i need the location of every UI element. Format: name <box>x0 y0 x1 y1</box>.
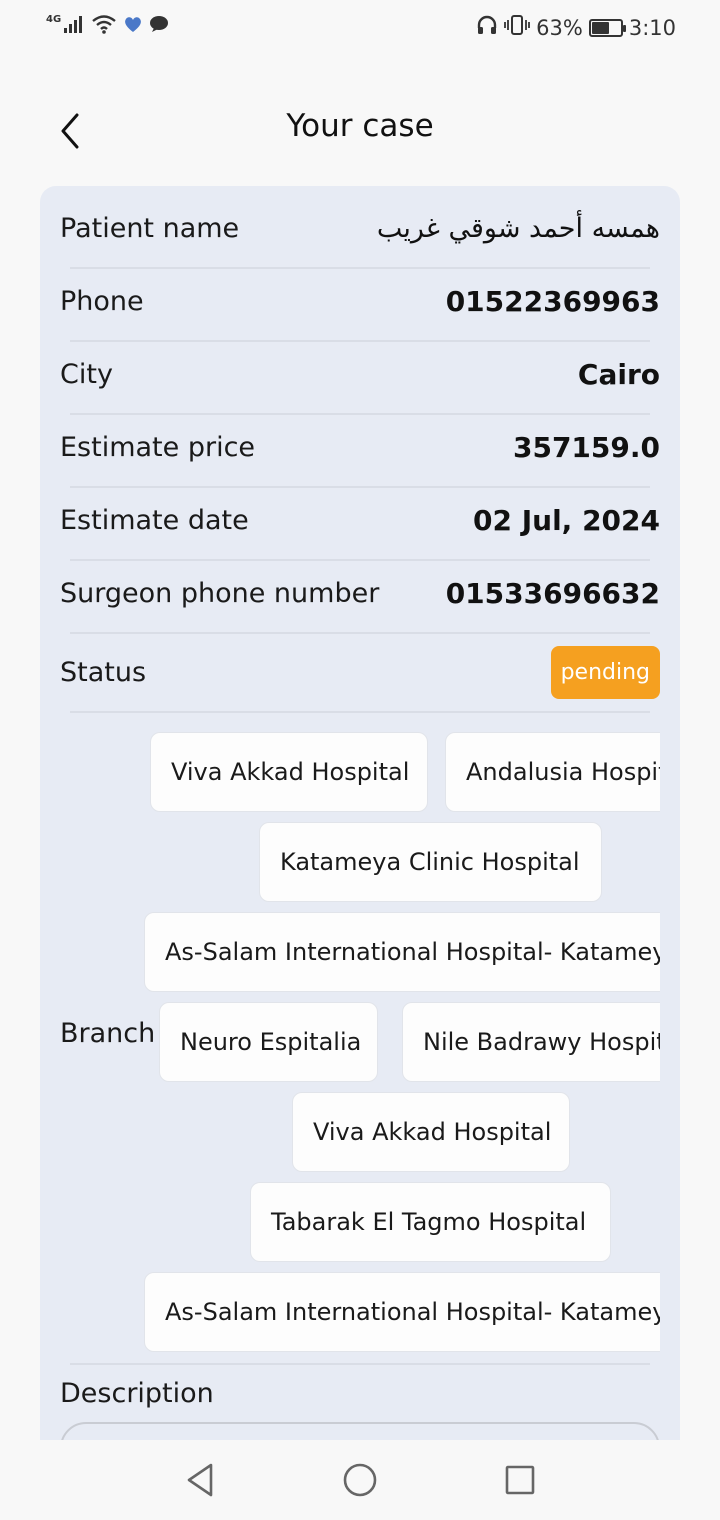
square-recents-icon <box>505 1465 535 1495</box>
clock: 3:10 <box>628 15 676 40</box>
branch-chip[interactable]: Katameya Clinic Hospital <box>259 822 602 902</box>
status-row: Status pending <box>60 642 660 702</box>
patient-name-row: Patient name همسه أحمد شوقي غريب <box>60 204 660 252</box>
branch-chip[interactable]: Neuro Espitalia <box>159 1002 378 1082</box>
page-title: Your case <box>286 108 434 144</box>
branch-chip[interactable]: Andalusia Hospital <box>445 732 660 812</box>
estimate-price-row: Estimate price 357159.0 <box>60 423 660 471</box>
branch-chip[interactable]: Tabarak El Tagmo Hospital <box>250 1182 611 1262</box>
estimate-date-value: 02 Jul, 2024 <box>473 503 660 537</box>
divider <box>70 340 650 342</box>
status-bar: 4G 63% 3:10 <box>0 0 720 56</box>
chat-bubble-icon <box>149 15 169 37</box>
surgeon-phone-value: 01533696632 <box>445 576 660 610</box>
divider <box>70 559 650 561</box>
phone-value: 01522369963 <box>445 284 660 318</box>
phone-row: Phone 01522369963 <box>60 277 660 325</box>
headphones-icon <box>476 14 498 41</box>
estimate-date-row: Estimate date 02 Jul, 2024 <box>60 496 660 544</box>
city-label: City <box>60 358 113 390</box>
estimate-price-label: Estimate price <box>60 431 256 463</box>
case-details-card: Patient name همسه أحمد شوقي غريب Phone 0… <box>40 186 680 1486</box>
divider <box>70 413 650 415</box>
status-badge: pending <box>550 645 660 699</box>
status-label: Status <box>60 656 147 688</box>
status-bar-left: 4G <box>46 14 169 38</box>
circle-home-icon <box>343 1463 377 1497</box>
divider <box>70 632 650 634</box>
surgeon-phone-label: Surgeon phone number <box>60 577 380 609</box>
wifi-icon <box>91 14 117 38</box>
status-bar-right: 63% 3:10 <box>476 14 676 41</box>
city-row: City Cairo <box>60 350 660 398</box>
description-label: Description <box>60 1378 214 1409</box>
heart-shield-icon <box>123 15 143 37</box>
surgeon-phone-row: Surgeon phone number 01533696632 <box>60 569 660 617</box>
vibrate-icon <box>504 14 531 41</box>
system-navigation-bar <box>0 1440 720 1520</box>
divider <box>70 711 650 713</box>
battery-icon <box>588 18 626 37</box>
divider <box>70 486 650 488</box>
triangle-back-icon <box>187 1463 213 1497</box>
phone-label: Phone <box>60 285 144 317</box>
battery-percent: 63% <box>536 15 583 40</box>
city-value: Cairo <box>577 357 660 391</box>
divider <box>70 1363 650 1365</box>
estimate-date-label: Estimate date <box>60 504 249 536</box>
nav-recents-button[interactable] <box>498 1458 542 1502</box>
branch-chip-list: Viva Akkad Hospital Andalusia Hospital K… <box>140 732 660 1362</box>
branch-chip[interactable]: As-Salam International Hospital- Katamey… <box>144 912 660 992</box>
patient-name-value: همسه أحمد شوقي غريب <box>376 212 660 244</box>
app-header: Your case <box>0 88 720 168</box>
branch-chip[interactable]: Nile Badrawy Hospital <box>402 1002 660 1082</box>
estimate-price-value: 357159.0 <box>512 430 660 464</box>
nav-home-button[interactable] <box>338 1458 382 1502</box>
patient-name-label: Patient name <box>60 212 240 244</box>
divider <box>70 267 650 269</box>
nav-back-button[interactable] <box>178 1458 222 1502</box>
branch-chip[interactable]: Viva Akkad Hospital <box>150 732 428 812</box>
battery-level-fill <box>591 21 610 34</box>
network-type-label: 4G <box>46 14 62 25</box>
branch-chip[interactable]: As-Salam International Hospital- Katamey… <box>144 1272 660 1352</box>
branch-chip[interactable]: Viva Akkad Hospital <box>292 1092 570 1172</box>
signal-icon <box>63 14 85 38</box>
